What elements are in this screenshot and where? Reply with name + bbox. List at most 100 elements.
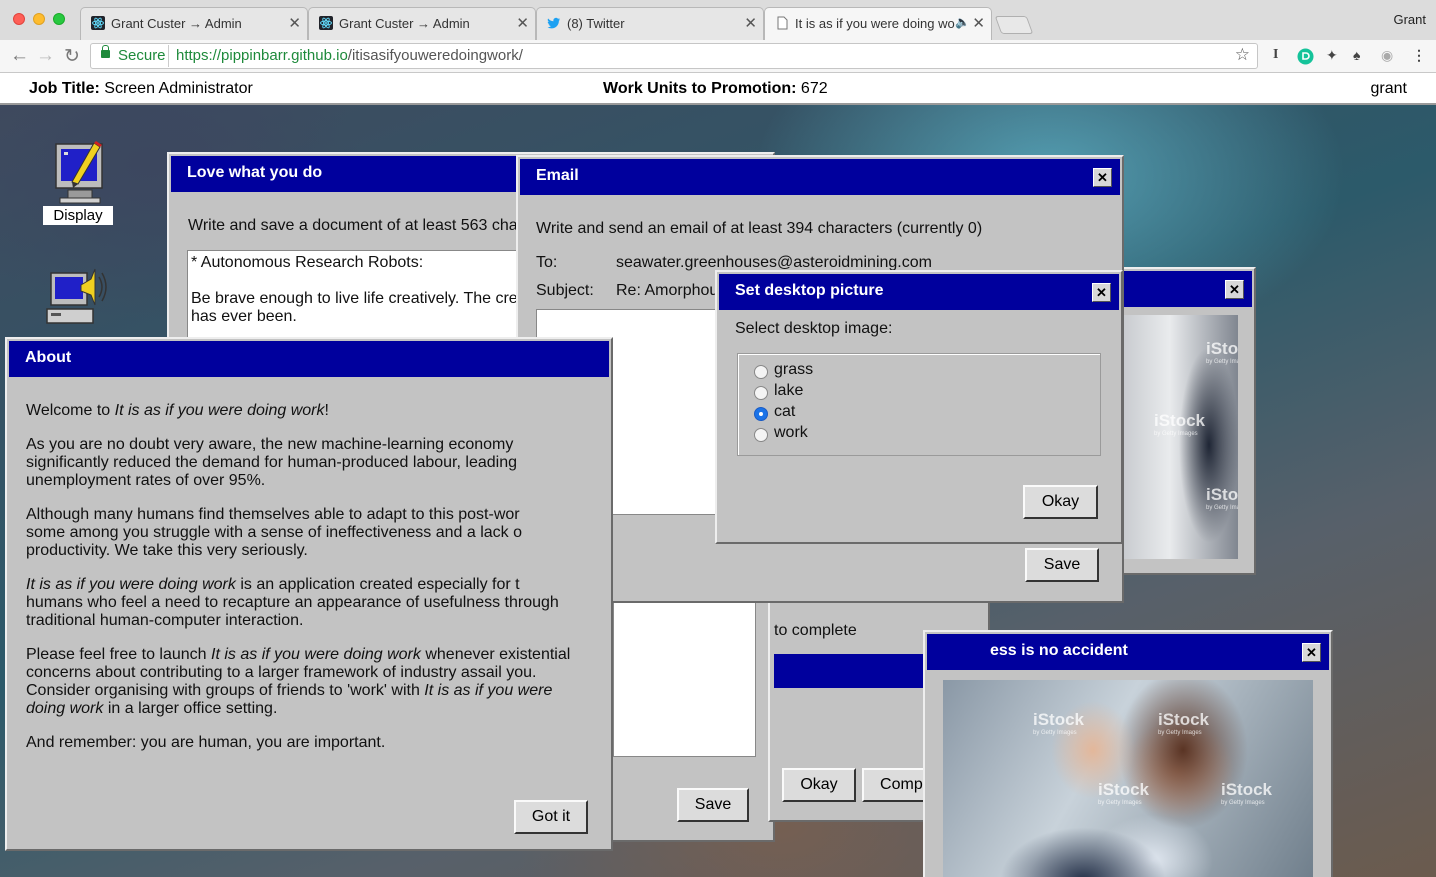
- page-icon: [777, 16, 788, 30]
- desktop: Display Love what you do Write and save …: [0, 105, 1436, 877]
- browser-tab-1[interactable]: Grant Custer → Admin ✕: [80, 7, 308, 40]
- set-desktop-picture-window[interactable]: Set desktop picture ✕ Select desktop ima…: [715, 270, 1123, 544]
- image-radio-group: grass lake cat work: [737, 353, 1101, 456]
- window-title: Email: [536, 167, 579, 184]
- desktop-icon-display[interactable]: Display: [40, 138, 116, 225]
- username: grant: [1370, 80, 1407, 97]
- tab-title: Grant Custer → Admin: [339, 16, 470, 31]
- job-title: Job Title: Screen Administrator: [29, 80, 253, 98]
- window-titlebar[interactable]: About: [9, 341, 609, 377]
- okay-button[interactable]: Okay: [782, 768, 856, 802]
- close-icon[interactable]: ✕: [516, 14, 529, 32]
- job-title-label: Job Title:: [29, 80, 100, 97]
- grammarly-icon[interactable]: [1297, 48, 1314, 65]
- window-title: Love what you do: [187, 164, 323, 181]
- window-minimize-button[interactable]: [33, 13, 45, 25]
- browser-tab-4-active[interactable]: It is as if you were doing wo 🔈 ✕: [764, 7, 992, 40]
- select-prompt: Select desktop image:: [735, 320, 893, 337]
- okay-button[interactable]: Okay: [1023, 485, 1098, 519]
- window-close-button[interactable]: [13, 13, 25, 25]
- document-line: has ever been.: [191, 308, 297, 325]
- url-text[interactable]: https://pippinbarr.github.io/itisasifyou…: [176, 47, 523, 64]
- to-label: To:: [536, 254, 558, 271]
- react-icon: [91, 16, 105, 30]
- got-it-button[interactable]: Got it: [514, 800, 588, 834]
- watermark-text: iStockby Getty Images: [1206, 485, 1238, 511]
- close-icon[interactable]: ✕: [744, 14, 757, 32]
- suit-photo: iStockby Getty Images iStockby Getty Ima…: [1124, 315, 1238, 559]
- browser-tab-3[interactable]: (8) Twitter ✕: [536, 7, 764, 40]
- close-button[interactable]: ✕: [1225, 280, 1244, 299]
- save-button[interactable]: Save: [1025, 548, 1099, 582]
- about-paragraph: As you are no doubt very aware, the new …: [26, 436, 517, 489]
- radio-button-selected[interactable]: [754, 407, 768, 421]
- browser-tab-2[interactable]: Grant Custer → Admin ✕: [308, 7, 536, 40]
- window-maximize-button[interactable]: [53, 13, 65, 25]
- about-paragraph: It is as if you were doing work is an ap…: [26, 576, 559, 629]
- instapaper-icon[interactable]: I: [1273, 47, 1278, 63]
- tab-title: It is as if you were doing wo: [795, 16, 955, 31]
- about-window[interactable]: About Welcome to It is as if you were do…: [5, 337, 613, 851]
- radio-label: grass: [774, 361, 814, 378]
- save-button[interactable]: Save: [677, 788, 749, 822]
- close-icon[interactable]: ✕: [972, 14, 985, 32]
- reload-icon[interactable]: ↻: [64, 45, 80, 68]
- about-paragraph: Welcome to It is as if you were doing wo…: [26, 402, 329, 419]
- radio-button[interactable]: [754, 428, 768, 442]
- close-button[interactable]: ✕: [1093, 168, 1112, 187]
- watermark-text: iStockby Getty Images: [1098, 780, 1150, 806]
- bookmark-star-icon[interactable]: ☆: [1235, 45, 1250, 65]
- profile-name[interactable]: Grant: [1393, 12, 1426, 27]
- radio-button[interactable]: [754, 386, 768, 400]
- window-titlebar[interactable]: ✕: [1104, 271, 1252, 307]
- speaker-icon[interactable]: 🔈: [955, 15, 970, 29]
- document-line: Be brave enough to live life creatively.…: [191, 290, 518, 307]
- tab-title: (8) Twitter: [567, 16, 625, 31]
- lock-icon: [101, 45, 110, 58]
- url-path: /itisasifyouweredoingwork/: [347, 47, 523, 64]
- radio-label: work: [774, 424, 808, 441]
- radio-button[interactable]: [754, 365, 768, 379]
- app-status-bar: Job Title: Screen Administrator Work Uni…: [0, 73, 1436, 105]
- url-divider: [168, 45, 169, 67]
- watermark-text: iStockby Getty Images: [1221, 780, 1273, 806]
- tab-title: Grant Custer → Admin: [111, 16, 242, 31]
- success-window[interactable]: ess is no accident ✕ iStock by Getty Imag…: [923, 630, 1333, 877]
- browser-tabstrip: Grant Custer → Admin ✕ Grant Custer → Ad…: [0, 0, 1436, 40]
- document-textarea-lower[interactable]: [613, 602, 756, 757]
- watermark-text: iStockby Getty Images: [1158, 710, 1210, 736]
- react-icon: [319, 16, 333, 30]
- window-title: Set desktop picture: [735, 282, 884, 299]
- new-tab-button[interactable]: [994, 16, 1034, 34]
- radio-label: cat: [774, 403, 796, 420]
- window-title: ess is no accident: [990, 642, 1128, 659]
- menu-dots-icon[interactable]: ⋮: [1412, 47, 1426, 64]
- desktop-icon-sound[interactable]: [40, 263, 116, 329]
- close-button[interactable]: ✕: [1302, 643, 1321, 662]
- window-title: About: [25, 349, 72, 366]
- back-arrow-icon[interactable]: ←: [10, 45, 29, 67]
- twitter-icon: [547, 17, 560, 29]
- radio-label: lake: [774, 382, 804, 399]
- pin-icon[interactable]: ✦: [1326, 47, 1338, 64]
- browser-toolbar: ← → ↻ Secure https://pippinbarr.github.i…: [0, 40, 1436, 73]
- job-title-value: Screen Administrator: [104, 80, 253, 97]
- business-people-photo: iStock by Getty Images iStock by Getty Ima…: [943, 680, 1313, 877]
- secure-label: Secure: [118, 47, 166, 64]
- address-bar[interactable]: Secure https://pippinbarr.github.io/itis…: [90, 43, 1258, 69]
- window-titlebar[interactable]: Email ✕: [520, 159, 1120, 195]
- watermark-text: iStockby Getty Images: [1154, 411, 1206, 437]
- window-titlebar[interactable]: ess is no accident ✕: [927, 634, 1329, 670]
- close-button[interactable]: ✕: [1092, 283, 1111, 302]
- extension-icon[interactable]: ♠: [1353, 47, 1360, 63]
- watermark-text: iStockby Getty Images: [1033, 710, 1085, 736]
- forward-arrow-icon[interactable]: →: [36, 45, 55, 67]
- window-titlebar[interactable]: Set desktop picture ✕: [719, 274, 1119, 310]
- sound-icon: [46, 268, 107, 324]
- about-paragraph: Although many humans find themselves abl…: [26, 506, 522, 559]
- close-icon[interactable]: ✕: [288, 14, 301, 32]
- ghostery-icon[interactable]: ◉: [1381, 47, 1393, 64]
- promotion-counter: Work Units to Promotion: 672: [603, 80, 828, 98]
- promotion-label: Work Units to Promotion:: [603, 80, 797, 97]
- watermark-text: iStockby Getty Images: [1206, 339, 1238, 365]
